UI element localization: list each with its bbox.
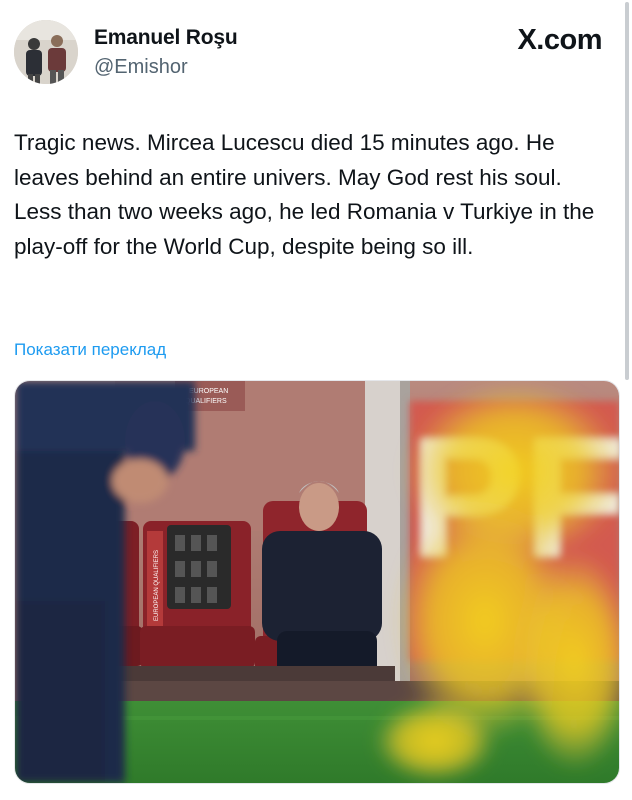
- tweet-media-image[interactable]: EUROPEAN QUALIFIERS PF EUROPEA: [14, 380, 620, 784]
- translate-link[interactable]: Показати переклад: [14, 340, 166, 360]
- avatar-photo: [14, 20, 78, 84]
- author-handle[interactable]: @Emishor: [94, 56, 188, 79]
- seat-badge: EUROPEAN QUALIFIERS: [154, 550, 160, 621]
- scrollbar[interactable]: [625, 2, 629, 380]
- tweet-text: Tragic news. Mircea Lucescu died 15 minu…: [14, 130, 595, 259]
- author-avatar[interactable]: [14, 20, 78, 84]
- author-name[interactable]: Emanuel Roşu: [94, 26, 238, 50]
- stadium-photo: EUROPEAN QUALIFIERS PF EUROPEA: [15, 381, 619, 783]
- x-logo: X.com: [517, 24, 602, 56]
- blurred-yellow-player: [375, 381, 619, 781]
- tweet-header: Emanuel Roşu @Emishor X.com: [0, 0, 632, 100]
